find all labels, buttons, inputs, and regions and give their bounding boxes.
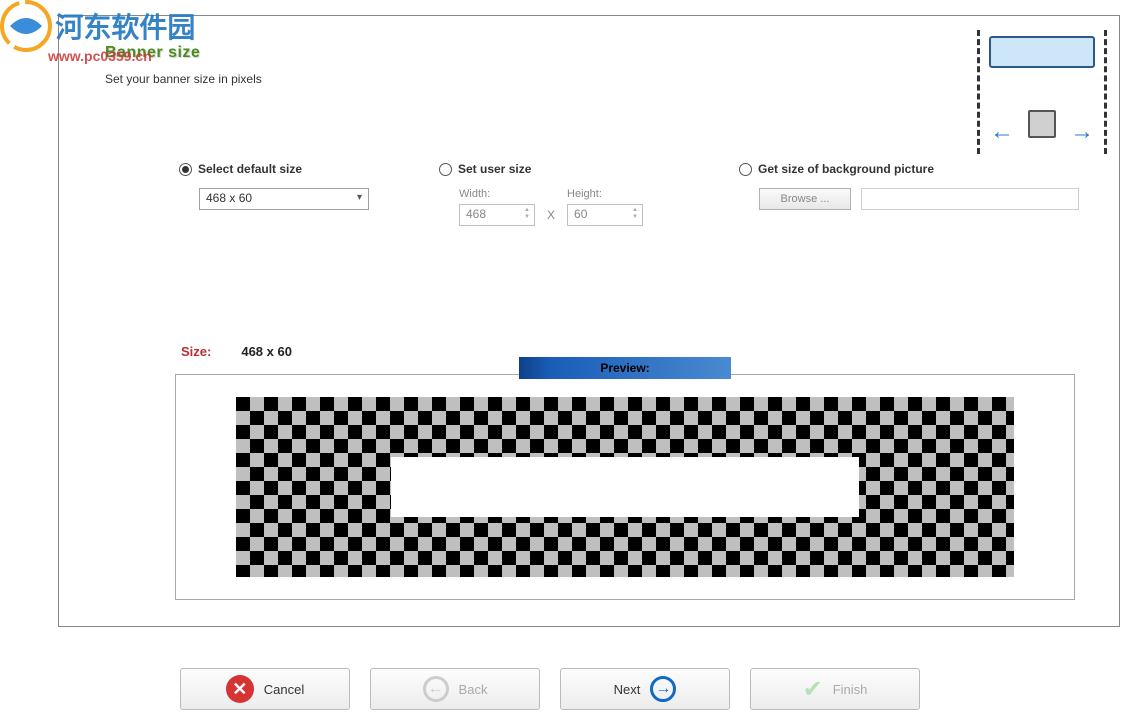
background-path-input[interactable] [861, 188, 1079, 210]
cancel-icon: ✕ [226, 675, 254, 703]
height-value: 60 [574, 207, 587, 221]
header-area: Banner size Set your banner size in pixe… [105, 44, 262, 86]
arrow-left-circle-icon: ← [423, 676, 449, 702]
width-input[interactable]: 468 ▲▼ [459, 204, 535, 226]
watermark-logo-icon [0, 0, 52, 52]
default-size-select[interactable]: 468 x 60 [199, 188, 369, 210]
height-label: Height: [567, 188, 643, 200]
page-title: Banner size [105, 44, 262, 62]
preview-panel: Preview: [175, 374, 1075, 600]
diagram-square-icon [1028, 110, 1056, 138]
width-label: Width: [459, 188, 535, 200]
preview-label: Preview: [519, 357, 731, 379]
preview-banner [391, 457, 859, 517]
nav-row: ✕ Cancel ← Back Next → ✔ Finish [180, 668, 920, 710]
browse-button[interactable]: Browse ... [759, 188, 851, 210]
radio-background-picture[interactable]: Get size of background picture [739, 162, 1079, 176]
radio-user-size[interactable]: Set user size [439, 162, 689, 176]
main-panel: Banner size Set your banner size in pixe… [58, 15, 1120, 627]
next-label: Next [614, 682, 641, 697]
page-subtitle: Set your banner size in pixels [105, 72, 262, 86]
size-diagram: ← → [977, 30, 1107, 154]
width-value: 468 [466, 207, 486, 221]
radio-icon [439, 163, 452, 176]
dimension-separator: X [547, 208, 555, 226]
options-row: Select default size 468 x 60 Set user si… [179, 162, 1079, 226]
height-input[interactable]: 60 ▲▼ [567, 204, 643, 226]
radio-user-label: Set user size [458, 162, 531, 176]
back-button[interactable]: ← Back [370, 668, 540, 710]
diagram-banner-icon [989, 36, 1095, 68]
radio-default-label: Select default size [198, 162, 302, 176]
size-value: 468 x 60 [241, 344, 292, 359]
size-display: Size: 468 x 60 [181, 344, 292, 359]
check-circle-icon: ✔ [803, 675, 823, 704]
next-button[interactable]: Next → [560, 668, 730, 710]
radio-icon [739, 163, 752, 176]
option-background-picture: Get size of background picture Browse ..… [739, 162, 1079, 226]
cancel-label: Cancel [264, 682, 304, 697]
size-label: Size: [181, 344, 211, 359]
width-spinner-icon[interactable]: ▲▼ [522, 207, 532, 223]
option-default-size: Select default size 468 x 60 [179, 162, 439, 226]
arrow-right-icon: → [1070, 118, 1094, 146]
default-size-value: 468 x 60 [206, 191, 252, 205]
radio-icon [179, 163, 192, 176]
cancel-button[interactable]: ✕ Cancel [180, 668, 350, 710]
radio-default-size[interactable]: Select default size [179, 162, 439, 176]
preview-checker-area [236, 397, 1014, 577]
radio-background-label: Get size of background picture [758, 162, 934, 176]
finish-button[interactable]: ✔ Finish [750, 668, 920, 710]
arrow-left-icon: ← [990, 118, 1014, 146]
option-user-size: Set user size Width: 468 ▲▼ X Height: 60… [439, 162, 689, 226]
back-label: Back [459, 682, 488, 697]
browse-label: Browse ... [781, 193, 830, 205]
arrow-right-circle-icon: → [650, 676, 676, 702]
height-spinner-icon[interactable]: ▲▼ [630, 207, 640, 223]
finish-label: Finish [833, 682, 868, 697]
